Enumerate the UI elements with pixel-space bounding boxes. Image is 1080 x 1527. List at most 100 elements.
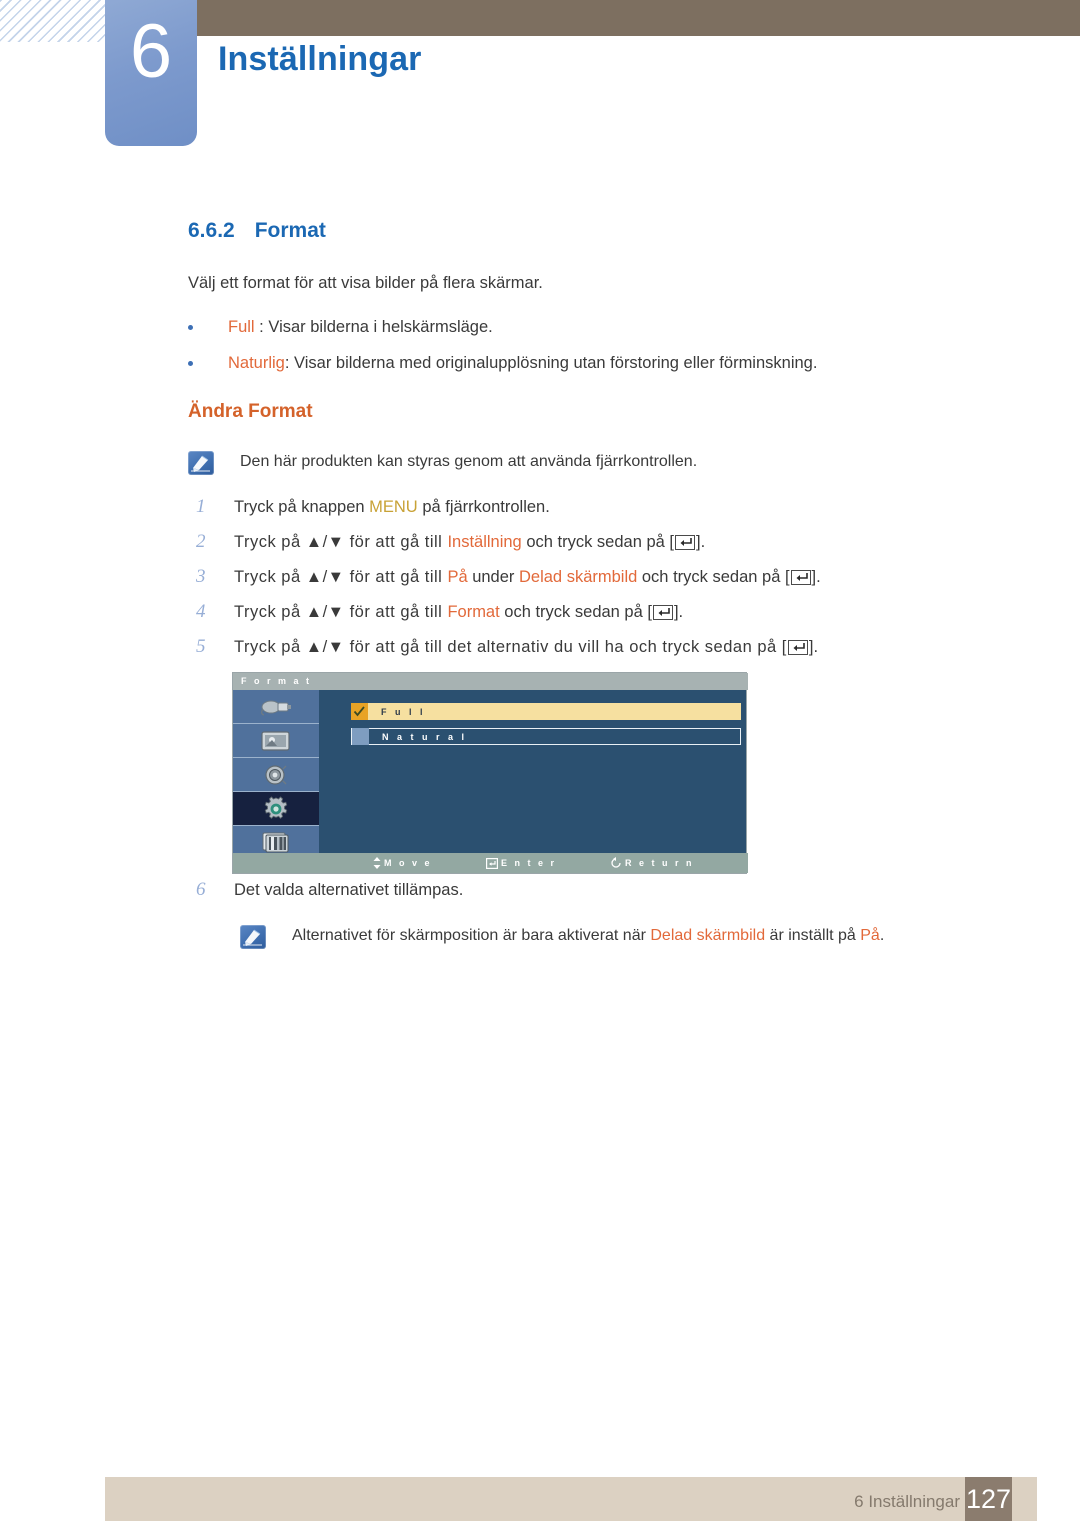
step-item: 3 Tryck på ▲/▼ för att gå till På under … <box>196 566 821 587</box>
footer-label: 6 Inställningar <box>854 1492 960 1511</box>
note-text: Alternativet för skärmposition är bara a… <box>292 927 884 945</box>
step-text-post: och tryck sedan på [ <box>637 568 790 586</box>
bullet-text: Full : Visar bilderna i helskärmsläge. <box>228 316 493 338</box>
step-item: 5 Tryck på ▲/▼ för att gå till det alter… <box>196 636 818 657</box>
osd-hint-label: M o v e <box>384 858 433 868</box>
step-number: 5 <box>196 636 206 657</box>
return-arrow-icon <box>611 857 621 868</box>
bullet-description: Visar bilderna med originalupplösning ut… <box>294 354 818 372</box>
bullet-dot-icon <box>188 361 193 366</box>
osd-option-natural[interactable]: N a t u r a l <box>351 728 741 745</box>
osd-sidebar-item-sound[interactable] <box>233 758 319 792</box>
step-text-pre: Tryck på ▲/▼ för att gå till det alterna… <box>234 638 787 656</box>
osd-hint-return: R e t u r n <box>610 857 694 869</box>
enter-key-icon <box>486 857 498 869</box>
osd-sidebar <box>233 690 319 860</box>
setup-gear-icon <box>264 795 288 819</box>
osd-sidebar-item-input-source[interactable] <box>233 690 319 724</box>
step-highlight: Format <box>447 603 500 621</box>
step-item: 4 Tryck på ▲/▼ för att gå till Format oc… <box>196 601 683 622</box>
step-text-post: och tryck sedan på [ <box>521 533 674 551</box>
step-highlight: På <box>447 568 468 586</box>
checkbox-checked-icon <box>351 703 368 720</box>
osd-sidebar-item-setup[interactable] <box>233 792 319 826</box>
section-title: Format <box>254 219 326 242</box>
bullet-description: Visar bilderna i helskärmsläge. <box>268 318 493 336</box>
osd-sidebar-item-picture[interactable] <box>233 724 319 758</box>
step-number: 1 <box>196 496 206 517</box>
step-text-end: ]. <box>808 638 819 656</box>
note-pencil-icon <box>188 451 214 475</box>
step-text-pre: Tryck på ▲/▼ för att gå till <box>234 533 448 551</box>
page-number-badge: 127 <box>965 1477 1012 1521</box>
section-heading: 6.6.2 Format <box>188 219 326 243</box>
chapter-number: 6 <box>129 9 173 94</box>
step-text-post: och tryck sedan på [ <box>499 603 652 621</box>
step-number: 6 <box>196 879 206 900</box>
step-number: 2 <box>196 531 206 552</box>
step-highlight: MENU <box>369 498 418 516</box>
note-text-end: . <box>879 927 885 944</box>
osd-screenshot: F o r m a t F u l l N a t u r a l M o v … <box>232 672 748 874</box>
enter-key-icon <box>790 570 811 585</box>
chapter-title: Inställningar <box>218 40 422 78</box>
page-root: 6 Inställningar 6.6.2 Format Välj ett for… <box>0 0 1080 1527</box>
list-item: Naturlig: Visar bilderna med originalupp… <box>188 352 817 374</box>
step-text-end: ]. <box>673 603 684 621</box>
step-text-pre: Tryck på ▲/▼ för att gå till <box>234 568 448 586</box>
osd-option-label: F u l l <box>381 706 426 717</box>
step-text-end: ]. <box>696 533 706 551</box>
note-text-mid: är inställt på <box>765 927 861 944</box>
note-highlight-2: På <box>860 927 880 944</box>
step-text-post: på fjärrkontrollen. <box>417 498 550 516</box>
note-highlight-1: Delad skärmbild <box>650 927 766 944</box>
step-text-end: ]. <box>811 568 821 586</box>
step-text: Tryck på ▲/▼ för att gå till det alterna… <box>234 638 818 657</box>
bullet-separator: : <box>254 318 269 336</box>
osd-hint-label: E n t e r <box>501 858 557 868</box>
osd-option-label: N a t u r a l <box>382 731 468 742</box>
note-text: Den här produkten kan styras genom att a… <box>240 453 698 470</box>
step-text-mid: under <box>467 568 519 586</box>
osd-hint-label: R e t u r n <box>625 858 695 868</box>
step-highlight-2: Delad skärmbild <box>519 568 638 586</box>
note-text-pre: Alternativet för skärmposition är bara a… <box>292 927 651 944</box>
enter-key-icon <box>675 535 695 550</box>
step-highlight: Inställning <box>447 533 522 551</box>
bullet-text: Naturlig: Visar bilderna med originalupp… <box>228 352 817 374</box>
note-pencil-icon <box>240 925 266 949</box>
osd-hint-bar: M o v e E n t e r R e t u r n <box>233 853 748 873</box>
subsection-heading: Ändra Format <box>188 401 313 422</box>
step-item: 6 Det valda alternativet tillämpas. <box>196 879 464 900</box>
step-text: Tryck på ▲/▼ för att gå till Format och … <box>234 603 683 622</box>
enter-key-icon <box>787 640 808 655</box>
step-text-pre: Tryck på ▲/▼ för att gå till <box>234 603 448 621</box>
section-intro-paragraph: Välj ett format för att visa bilder på f… <box>188 274 543 292</box>
picture-icon <box>261 730 290 751</box>
up-down-arrow-icon <box>373 857 381 869</box>
bullet-term: Full <box>228 318 255 336</box>
step-item: 2 Tryck på ▲/▼ för att gå till Inställni… <box>196 531 705 552</box>
step-number: 4 <box>196 601 206 622</box>
chapter-number-badge: 6 <box>105 0 197 146</box>
osd-title-bar: F o r m a t <box>233 673 748 690</box>
step-text: Det valda alternativet tillämpas. <box>234 881 464 899</box>
input-source-icon <box>260 700 291 716</box>
step-text: Tryck på ▲/▼ för att gå till Inställning… <box>234 533 705 552</box>
osd-hint-move: M o v e <box>373 857 432 869</box>
bullet-separator: : <box>284 354 295 372</box>
enter-key-icon <box>652 605 673 620</box>
sound-speaker-icon <box>265 764 287 785</box>
step-item: 1 Tryck på knappen MENU på fjärrkontroll… <box>196 496 550 517</box>
bullet-term: Naturlig <box>228 354 285 372</box>
step-number: 3 <box>196 566 206 587</box>
multi-display-icon <box>262 832 289 852</box>
checkbox-unchecked-icon <box>352 728 369 745</box>
step-text: Tryck på ▲/▼ för att gå till På under De… <box>234 568 821 587</box>
bullet-dot-icon <box>188 325 193 330</box>
osd-options-panel: F u l l N a t u r a l <box>319 690 746 853</box>
osd-option-full[interactable]: F u l l <box>351 703 741 720</box>
list-item: Full : Visar bilderna i helskärmsläge. <box>188 316 493 338</box>
section-number: 6.6.2 <box>188 219 235 242</box>
step-text: Tryck på knappen MENU på fjärrkontrollen… <box>234 498 550 517</box>
